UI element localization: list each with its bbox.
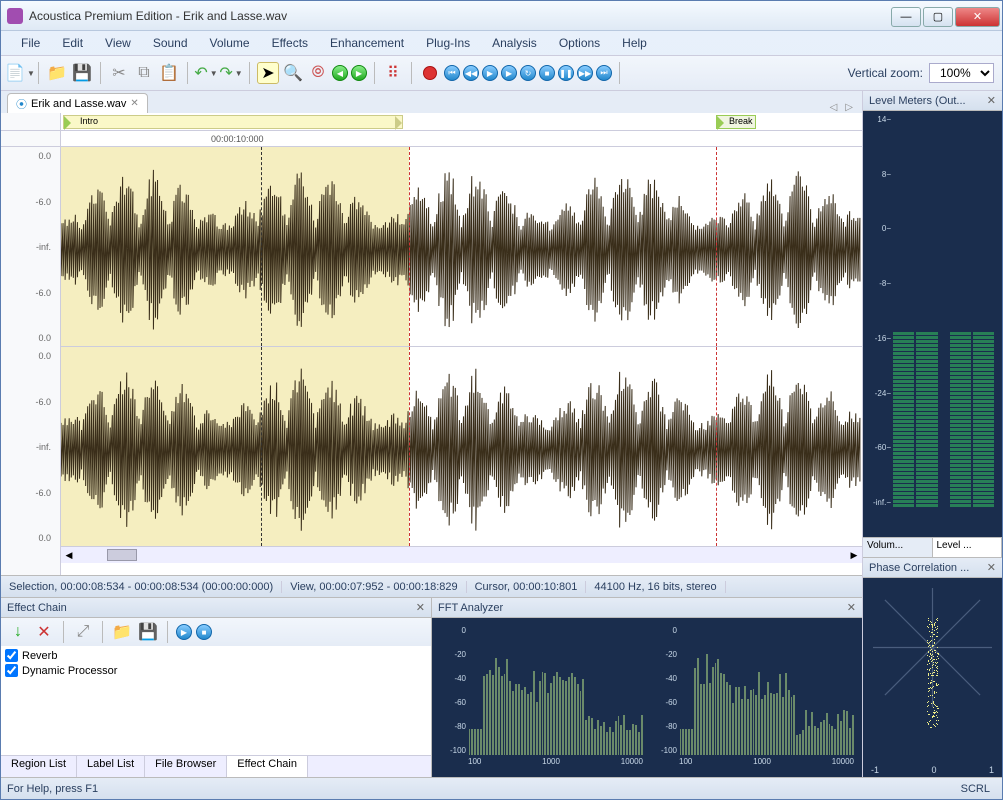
menu-volume[interactable]: Volume bbox=[200, 33, 260, 53]
effect-chain-header: Effect Chain✕ bbox=[1, 598, 431, 618]
new-button[interactable]: 📄▼ bbox=[9, 62, 31, 84]
effect-item-reverb[interactable]: Reverb bbox=[3, 648, 429, 663]
title-bar: Acoustica Premium Edition - Erik and Las… bbox=[1, 1, 1002, 31]
go-start-button[interactable]: ⏮ bbox=[444, 65, 460, 81]
timeline-cursor-label: 00:00:10:000 bbox=[211, 134, 264, 144]
nav-next[interactable]: ▶ bbox=[351, 65, 367, 81]
tab-level[interactable]: Level ... bbox=[933, 538, 1003, 557]
phase-display[interactable]: -101 bbox=[863, 578, 1002, 777]
footer-scrl: SCRL bbox=[955, 783, 996, 795]
go-end-button[interactable]: ⏭ bbox=[596, 65, 612, 81]
vertical-zoom-select[interactable]: 100% bbox=[929, 63, 994, 83]
zoom-tool[interactable]: 🔍 bbox=[282, 62, 304, 84]
track-right[interactable] bbox=[61, 347, 862, 547]
forward-button[interactable]: ▶▶ bbox=[577, 65, 593, 81]
effect-remove-button[interactable]: ✕ bbox=[33, 621, 55, 643]
copy-button[interactable]: ⧉ bbox=[133, 62, 155, 84]
effect-stop-button[interactable]: ■ bbox=[196, 624, 212, 640]
footer-help: For Help, press F1 bbox=[7, 783, 98, 795]
level-meters-display[interactable]: 14−8−0−-8−-16−-24−-60−-inf.− bbox=[863, 111, 1002, 537]
level-meters-close-icon[interactable]: ✕ bbox=[987, 94, 996, 107]
window-title: Acoustica Premium Edition - Erik and Las… bbox=[29, 9, 891, 23]
status-selection: Selection, 00:00:08:534 - 00:00:08:534 (… bbox=[1, 581, 282, 593]
effect-open-button[interactable]: 📁 bbox=[111, 621, 133, 643]
menu-view[interactable]: View bbox=[95, 33, 141, 53]
marker-intro[interactable]: Intro bbox=[63, 115, 403, 129]
record-button[interactable] bbox=[419, 62, 441, 84]
minimize-button[interactable]: — bbox=[891, 7, 921, 27]
play-loop-button[interactable]: ↻ bbox=[520, 65, 536, 81]
document-tabs: ⦿ Erik and Lasse.wav ✕ ◁ ▷ bbox=[1, 91, 862, 113]
timeline[interactable]: 00:00:10:000 bbox=[61, 131, 862, 147]
level-meters-header: Level Meters (Out...✕ bbox=[863, 91, 1002, 111]
effect-add-button[interactable]: ↓ bbox=[7, 621, 29, 643]
status-cursor: Cursor, 00:00:10:801 bbox=[467, 581, 587, 593]
fft-header: FFT Analyzer✕ bbox=[432, 598, 862, 618]
open-button[interactable]: 📁 bbox=[46, 62, 68, 84]
cut-button[interactable]: ✂ bbox=[108, 62, 130, 84]
effect-bypass-button[interactable]: ⤢ bbox=[72, 621, 94, 643]
play-sel-button[interactable]: ▶ bbox=[501, 65, 517, 81]
pause-button[interactable]: ❚❚ bbox=[558, 65, 574, 81]
status-format: 44100 Hz, 16 bits, stereo bbox=[586, 581, 725, 593]
grid-button[interactable]: ⠿ bbox=[382, 62, 404, 84]
effect-checkbox[interactable] bbox=[5, 649, 18, 662]
menu-plugins[interactable]: Plug-Ins bbox=[416, 33, 480, 53]
menu-analysis[interactable]: Analysis bbox=[482, 33, 547, 53]
app-icon bbox=[7, 8, 23, 24]
scrub-tool[interactable]: ⦾ bbox=[307, 62, 329, 84]
effect-list[interactable]: Reverb Dynamic Processor bbox=[1, 646, 431, 755]
tab-volume[interactable]: Volum... bbox=[863, 538, 933, 557]
phase-close-icon[interactable]: ✕ bbox=[987, 561, 996, 574]
paste-button[interactable]: 📋 bbox=[158, 62, 180, 84]
ruler-column: 0.0-6.0-inf.-6.00.0 0.0-6.0-inf.-6.00.0 bbox=[1, 113, 61, 575]
rewind-button[interactable]: ◀◀ bbox=[463, 65, 479, 81]
effect-item-dynamic[interactable]: Dynamic Processor bbox=[3, 663, 429, 678]
nav-prev[interactable]: ◀ bbox=[332, 65, 348, 81]
waveform-area[interactable]: Intro Break 00:00:10:000 bbox=[61, 113, 862, 575]
tab-prev[interactable]: ◁ bbox=[827, 102, 841, 113]
tab-region-list[interactable]: Region List bbox=[1, 756, 77, 777]
redo-button[interactable]: ↷▼ bbox=[220, 62, 242, 84]
save-button[interactable]: 💾 bbox=[71, 62, 93, 84]
tab-file-browser[interactable]: File Browser bbox=[145, 756, 227, 777]
footer: For Help, press F1 SCRL bbox=[1, 777, 1002, 799]
menu-sound[interactable]: Sound bbox=[143, 33, 198, 53]
effect-checkbox[interactable] bbox=[5, 664, 18, 677]
menu-edit[interactable]: Edit bbox=[52, 33, 93, 53]
play-button[interactable]: ▶ bbox=[482, 65, 498, 81]
tab-close-icon[interactable]: ✕ bbox=[130, 98, 138, 109]
phase-header: Phase Correlation ...✕ bbox=[863, 558, 1002, 578]
menu-options[interactable]: Options bbox=[549, 33, 610, 53]
pointer-tool[interactable]: ➤ bbox=[257, 62, 279, 84]
document-tab[interactable]: ⦿ Erik and Lasse.wav ✕ bbox=[7, 93, 148, 113]
tab-label-list[interactable]: Label List bbox=[77, 756, 145, 777]
track-left[interactable] bbox=[61, 147, 862, 347]
stop-button[interactable]: ■ bbox=[539, 65, 555, 81]
vertical-zoom-label: Vertical zoom: bbox=[848, 66, 923, 80]
menu-enhancement[interactable]: Enhancement bbox=[320, 33, 414, 53]
menu-help[interactable]: Help bbox=[612, 33, 657, 53]
tab-next[interactable]: ▷ bbox=[842, 102, 856, 113]
tab-effect-chain[interactable]: Effect Chain bbox=[227, 756, 308, 777]
fft-close-icon[interactable]: ✕ bbox=[847, 601, 856, 614]
effect-save-button[interactable]: 💾 bbox=[137, 621, 159, 643]
close-button[interactable]: ✕ bbox=[955, 7, 1000, 27]
menu-bar: File Edit View Sound Volume Effects Enha… bbox=[1, 31, 1002, 55]
menu-effects[interactable]: Effects bbox=[262, 33, 318, 53]
menu-file[interactable]: File bbox=[11, 33, 50, 53]
main-toolbar: 📄▼ 📁 💾 ✂ ⧉ 📋 ↶▼ ↷▼ ➤ 🔍 ⦾ ◀ ▶ ⠿ ⏮ ◀◀ ▶ ▶ … bbox=[1, 55, 1002, 91]
effect-play-button[interactable]: ▶ bbox=[176, 624, 192, 640]
effect-chain-close-icon[interactable]: ✕ bbox=[416, 601, 425, 614]
status-bar: Selection, 00:00:08:534 - 00:00:08:534 (… bbox=[1, 575, 862, 597]
effect-toolbar: ↓ ✕ ⤢ 📁 💾 ▶ ■ bbox=[1, 618, 431, 646]
tab-label: Erik and Lasse.wav bbox=[31, 98, 126, 110]
marker-break[interactable]: Break bbox=[716, 115, 756, 129]
undo-button[interactable]: ↶▼ bbox=[195, 62, 217, 84]
maximize-button[interactable]: ▢ bbox=[923, 7, 953, 27]
status-view: View, 00:00:07:952 - 00:00:18:829 bbox=[282, 581, 466, 593]
fft-display[interactable]: 0-20-40-60-80-100 100100010000 0-20-40-6… bbox=[432, 618, 862, 777]
